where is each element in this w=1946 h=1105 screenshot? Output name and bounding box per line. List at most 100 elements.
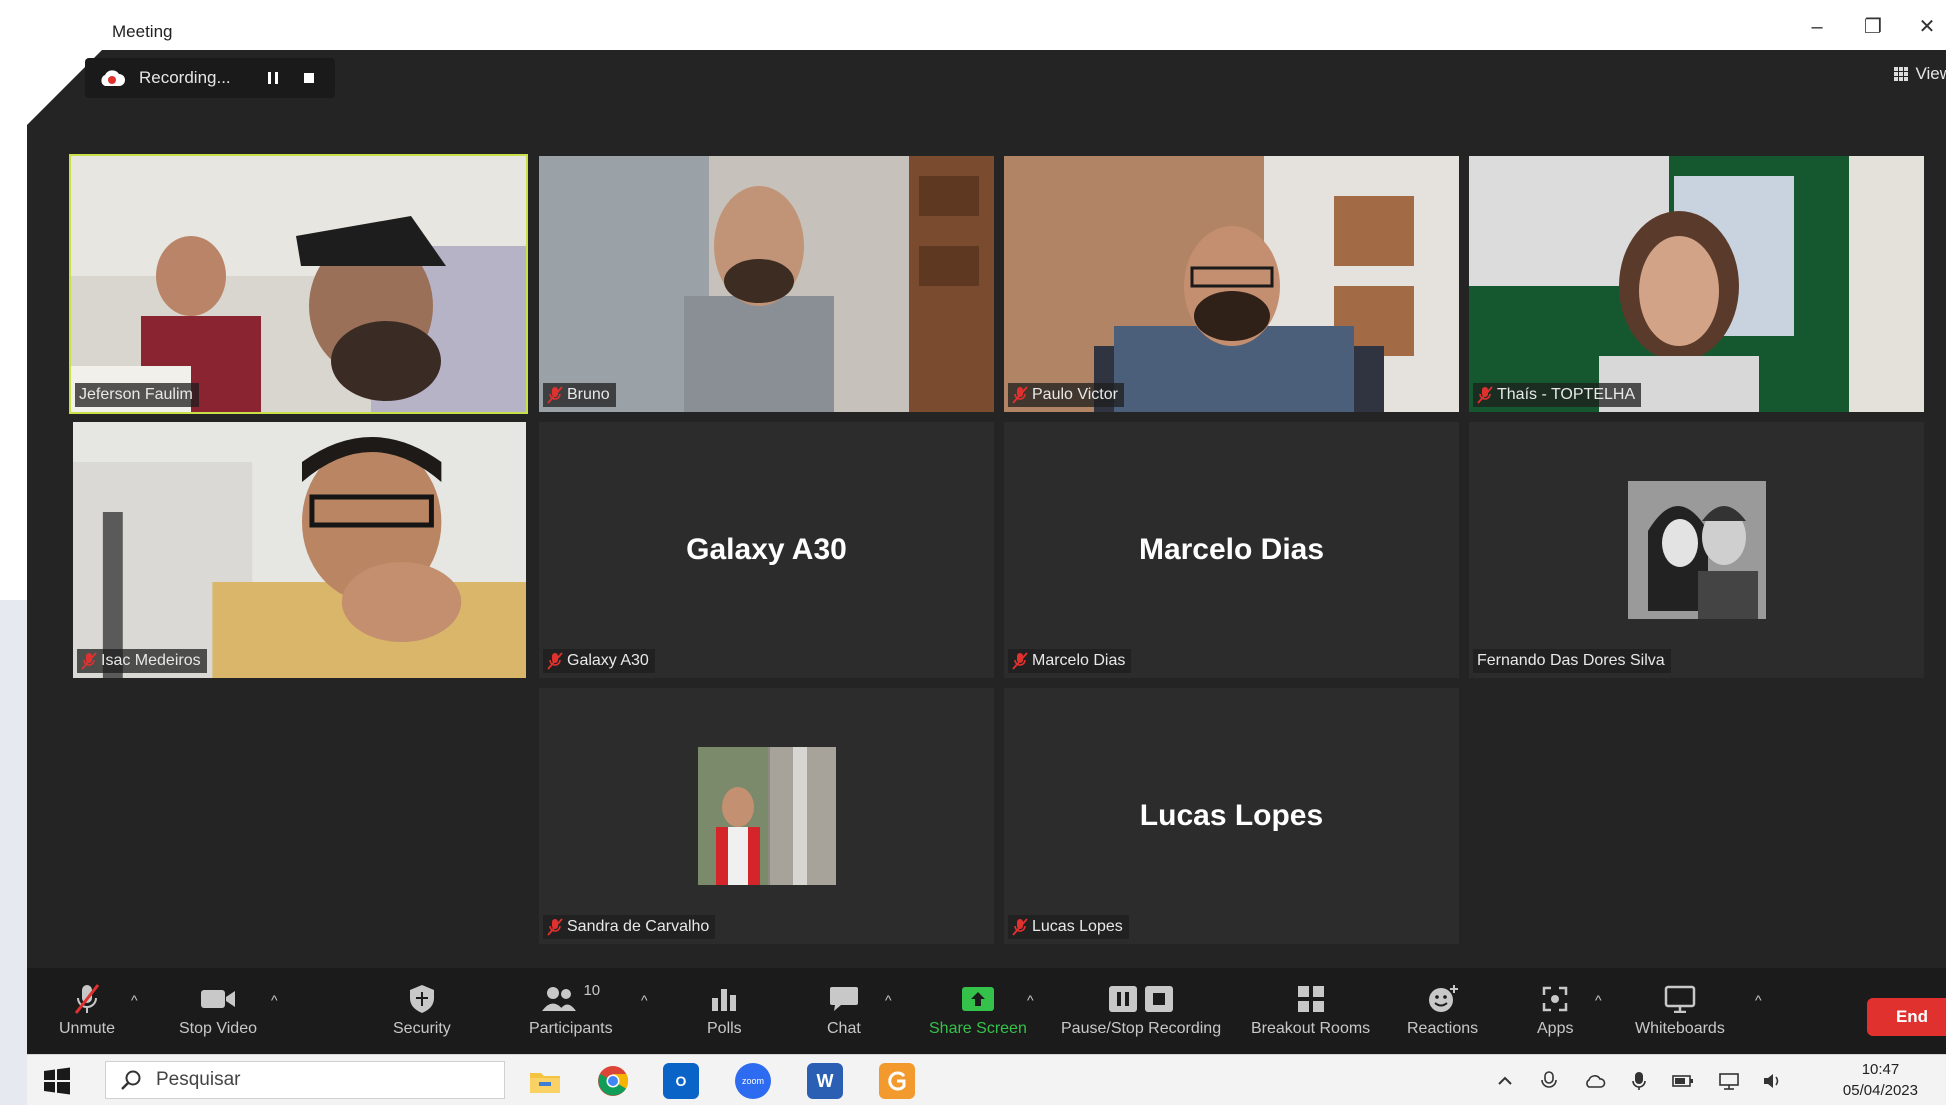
participant-video — [1004, 156, 1459, 412]
participant-name: Galaxy A30 — [567, 652, 649, 669]
video-tile-isac[interactable]: Isac Medeiros — [73, 422, 526, 678]
breakout-rooms-button[interactable]: Breakout Rooms — [1251, 982, 1370, 1038]
participant-name: Isac Medeiros — [101, 652, 201, 669]
muted-mic-icon — [74, 984, 100, 1014]
apps-button[interactable]: Apps — [1537, 982, 1573, 1038]
pause-stop-recording-button[interactable]: Pause/Stop Recording — [1061, 982, 1221, 1038]
share-screen-icon — [961, 987, 994, 1011]
participant-name-tag: Fernando Das Dores Silva — [1473, 649, 1671, 673]
participant-name-tag: Paulo Victor — [1008, 383, 1124, 407]
clock-date: 05/04/2023 — [1842, 1082, 1918, 1099]
video-tile-marcelo[interactable]: Marcelo Dias Marcelo Dias — [1004, 422, 1459, 678]
chrome-logo-icon — [598, 1066, 629, 1096]
participant-name: Sandra de Carvalho — [567, 918, 710, 935]
audio-options-caret[interactable]: ^ — [131, 992, 138, 1008]
participant-name: Thaís - TOPTELHA — [1497, 386, 1636, 403]
participant-name: Jeferson Faulim — [79, 386, 193, 403]
participant-video — [1469, 156, 1924, 412]
window-title: Meeting — [112, 22, 173, 41]
participant-name: Bruno — [567, 386, 610, 403]
chrome-icon[interactable] — [595, 1063, 631, 1099]
pause-recording-button[interactable] — [261, 66, 285, 90]
participant-name: Lucas Lopes — [1032, 918, 1123, 935]
title-bar: Meeting – ❐ ✕ — [27, 0, 1946, 50]
chat-options-caret[interactable]: ^ — [885, 992, 892, 1008]
participant-name-tag: Marcelo Dias — [1008, 649, 1132, 673]
unmute-label: Unmute — [59, 1020, 116, 1037]
meet-now-icon[interactable] — [1537, 1069, 1561, 1093]
orange-app-icon[interactable] — [879, 1063, 915, 1099]
participant-display-name: Lucas Lopes — [1139, 799, 1324, 832]
onedrive-icon[interactable] — [1583, 1069, 1607, 1093]
breakout-rooms-icon — [1297, 986, 1324, 1012]
zoom-app-label: zoom — [741, 1076, 764, 1086]
smiley-plus-icon — [1428, 985, 1458, 1012]
close-button[interactable]: ✕ — [1907, 14, 1946, 40]
reactions-button[interactable]: Reactions — [1407, 982, 1478, 1038]
polls-label: Polls — [707, 1020, 742, 1037]
share-options-caret[interactable]: ^ — [1027, 992, 1034, 1008]
reactions-label: Reactions — [1407, 1020, 1479, 1037]
view-button[interactable]: View — [1893, 64, 1946, 84]
taskbar-clock[interactable]: 10:47 05/04/2023 — [1843, 1059, 1918, 1101]
participant-video — [71, 156, 526, 412]
taskbar-search-input[interactable]: Pesquisar — [105, 1061, 505, 1099]
security-button[interactable]: Security — [393, 982, 451, 1038]
pause-stop-recording-label: Pause/Stop Recording — [1061, 1020, 1222, 1037]
video-tile-fernando[interactable]: Fernando Das Dores Silva — [1469, 422, 1924, 678]
chat-bubble-icon — [829, 987, 858, 1011]
meeting-toolbar: Unmute ^ Stop Video ^ Security 10 Partic… — [27, 968, 1946, 1054]
participant-avatar — [697, 747, 836, 885]
stop-recording-button[interactable] — [297, 66, 321, 90]
participants-options-caret[interactable]: ^ — [641, 992, 648, 1008]
microphone-icon[interactable] — [1627, 1069, 1651, 1093]
whiteboards-options-caret[interactable]: ^ — [1755, 992, 1762, 1008]
page: Meeting – ❐ ✕ Recording... View Jeferson… — [0, 0, 1946, 1105]
video-options-caret[interactable]: ^ — [271, 992, 278, 1008]
file-explorer-icon[interactable] — [527, 1063, 563, 1099]
show-hidden-icons-chevron-icon[interactable] — [1493, 1069, 1517, 1093]
stop-video-button[interactable]: Stop Video — [179, 982, 257, 1038]
apps-label: Apps — [1537, 1020, 1574, 1037]
apps-options-caret[interactable]: ^ — [1595, 992, 1602, 1008]
recording-indicator: Recording... — [85, 58, 335, 98]
participant-name-tag: Isac Medeiros — [77, 649, 207, 673]
minimize-button[interactable]: – — [1797, 14, 1837, 40]
video-tile-jeferson[interactable]: Jeferson Faulim — [69, 154, 528, 414]
video-tile-thais[interactable]: Thaís - TOPTELHA — [1469, 156, 1924, 412]
windows-start-icon[interactable] — [43, 1067, 71, 1095]
participant-display-name: Galaxy A30 — [686, 533, 847, 566]
video-tile-bruno[interactable]: Bruno — [539, 156, 994, 412]
participant-name: Marcelo Dias — [1032, 652, 1126, 669]
security-label: Security — [393, 1020, 451, 1037]
whiteboards-button[interactable]: Whiteboards — [1635, 982, 1725, 1038]
video-tile-sandra[interactable]: Sandra de Carvalho — [539, 688, 994, 944]
polls-button[interactable]: Polls — [707, 982, 742, 1038]
clock-time: 10:47 — [1861, 1061, 1900, 1078]
zoom-app-icon[interactable]: zoom — [735, 1063, 771, 1099]
unmute-button[interactable]: Unmute — [59, 982, 115, 1038]
windows-taskbar: Pesquisar O zoom W 10:47 05/04/2023 — [27, 1054, 1946, 1105]
outlook-icon[interactable]: O — [663, 1063, 699, 1099]
word-icon[interactable]: W — [807, 1063, 843, 1099]
share-screen-button[interactable]: Share Screen — [929, 982, 1027, 1038]
network-icon[interactable] — [1717, 1069, 1741, 1093]
video-tile-paulo[interactable]: Paulo Victor — [1004, 156, 1459, 412]
end-meeting-button[interactable]: End — [1867, 998, 1946, 1036]
video-tile-galaxy[interactable]: Galaxy A30 Galaxy A30 — [539, 422, 994, 678]
participant-name-tag: Galaxy A30 — [543, 649, 655, 673]
chat-button[interactable]: Chat — [827, 982, 861, 1038]
recording-status: Recording... — [139, 68, 231, 87]
participant-name: Fernando Das Dores Silva — [1477, 652, 1665, 669]
video-tile-lucas[interactable]: Lucas Lopes Lucas Lopes — [1004, 688, 1459, 944]
participants-button[interactable]: 10 Participants — [529, 982, 613, 1038]
battery-icon[interactable] — [1671, 1069, 1695, 1093]
chat-label: Chat — [827, 1020, 861, 1037]
volume-icon[interactable] — [1761, 1069, 1785, 1093]
participant-avatar — [1627, 481, 1766, 619]
restore-button[interactable]: ❐ — [1853, 14, 1893, 40]
share-screen-label: Share Screen — [929, 1020, 1027, 1037]
bar-chart-icon — [712, 989, 737, 1011]
pause-icon — [1109, 986, 1138, 1012]
search-icon — [121, 1070, 141, 1090]
